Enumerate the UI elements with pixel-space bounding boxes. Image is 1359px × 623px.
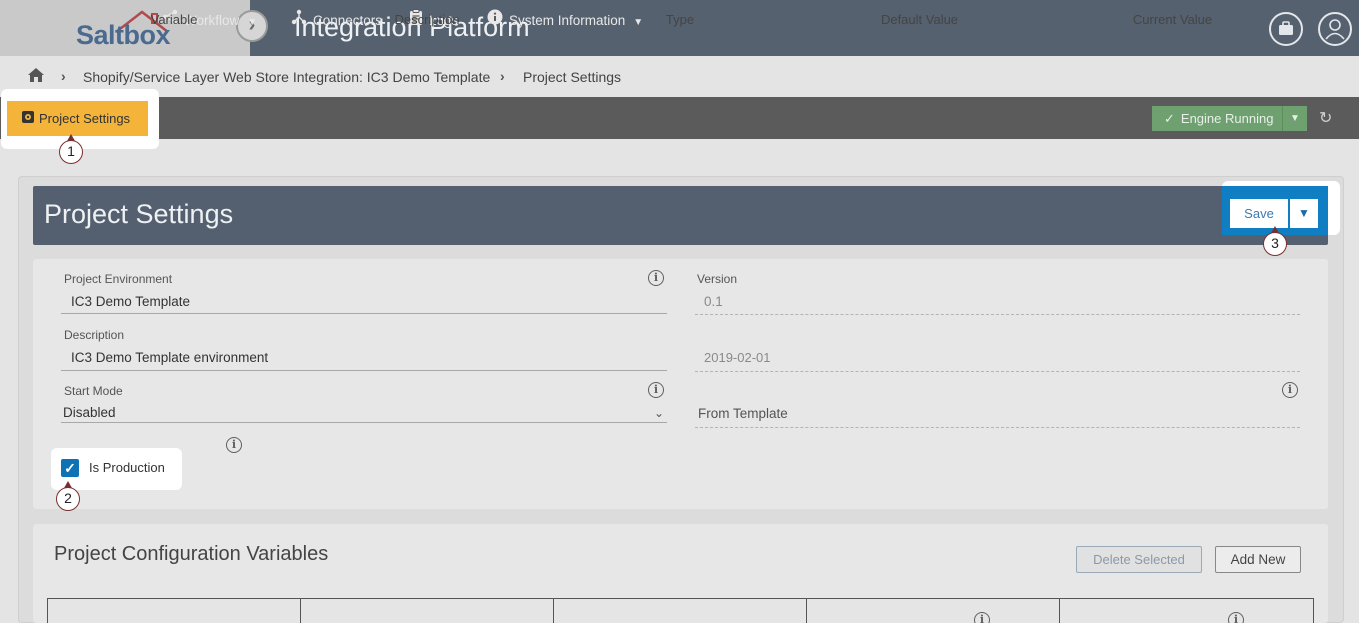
date-value: 2019-02-01 (704, 350, 771, 365)
info-icon[interactable]: i (648, 382, 664, 398)
chevron-down-icon: ▼ (1290, 113, 1300, 124)
description-label: Description (64, 328, 125, 342)
breadcrumb: › Shopify/Service Layer Web Store Integr… (0, 56, 1359, 97)
breadcrumb-item-current: Project Settings (523, 69, 622, 85)
info-icon[interactable]: i (1228, 612, 1244, 623)
save-options-button[interactable]: ▼ (1290, 199, 1318, 228)
column-divider (806, 598, 807, 623)
description-input[interactable]: IC3 Demo Template environment (71, 350, 268, 365)
engine-menu-toggle[interactable]: ▼ (1282, 106, 1307, 131)
gear-icon (21, 102, 35, 137)
column-header-variable[interactable]: Variable (48, 12, 300, 27)
user-icon (1325, 19, 1345, 40)
callout-1: 1 (59, 134, 83, 164)
info-icon[interactable]: i (648, 270, 664, 286)
field-underline (61, 370, 667, 371)
info-icon[interactable]: i (974, 612, 990, 623)
delete-selected-button[interactable]: Delete Selected (1076, 546, 1202, 573)
version-value: 0.1 (704, 294, 723, 309)
column-header-description[interactable]: Description (301, 12, 553, 27)
column-divider (553, 598, 554, 623)
project-environment-label: Project Environment (64, 272, 173, 286)
field-underline (61, 313, 667, 314)
project-environment-input[interactable]: IC3 Demo Template (71, 294, 190, 309)
field-underline (695, 314, 1300, 315)
info-icon[interactable]: i (226, 437, 242, 453)
save-button[interactable]: Save (1230, 199, 1288, 228)
home-icon[interactable] (27, 67, 45, 83)
callout-3: 3 (1263, 226, 1287, 256)
refresh-icon[interactable]: ↻ (1319, 108, 1332, 128)
field-underline (695, 427, 1300, 428)
tab-label: Project Settings (39, 111, 131, 126)
breadcrumb-item-project[interactable]: Shopify/Service Layer Web Store Integrat… (83, 69, 490, 85)
field-underline (695, 371, 1300, 372)
check-icon: ✓ (64, 460, 76, 476)
column-header-default-value[interactable]: Default Value (807, 12, 1032, 27)
column-divider (300, 598, 301, 623)
column-header-current-value[interactable]: Current Value (1060, 12, 1285, 27)
is-production-checkbox[interactable]: ✓ (61, 459, 79, 477)
chevron-right-icon: › (61, 68, 66, 84)
tab-project-settings[interactable]: Project Settings (7, 101, 148, 136)
table-header (47, 598, 1314, 623)
template-value: From Template (698, 406, 788, 421)
version-label: Version (697, 272, 738, 286)
engine-status-label: Engine Running (1180, 111, 1274, 126)
start-mode-label: Start Mode (64, 384, 123, 398)
section-title: Project Configuration Variables (54, 543, 329, 565)
column-divider (1059, 598, 1060, 623)
callout-2: 2 (56, 481, 80, 511)
field-underline (61, 422, 667, 423)
add-new-button[interactable]: Add New (1215, 546, 1301, 573)
chevron-right-icon: › (500, 68, 505, 84)
page-title: Project Settings (44, 199, 234, 229)
settings-form (33, 259, 1328, 509)
chevron-down-icon[interactable]: ⌄ (654, 406, 664, 420)
chevron-down-icon: ▼ (1298, 206, 1310, 220)
info-icon[interactable]: i (1282, 382, 1298, 398)
start-mode-select[interactable]: Disabled (63, 405, 116, 420)
column-header-type[interactable]: Type (554, 12, 806, 27)
user-profile-button[interactable] (1318, 12, 1352, 46)
is-production-label: Is Production (89, 460, 165, 475)
check-icon: ✓ (1164, 111, 1175, 126)
